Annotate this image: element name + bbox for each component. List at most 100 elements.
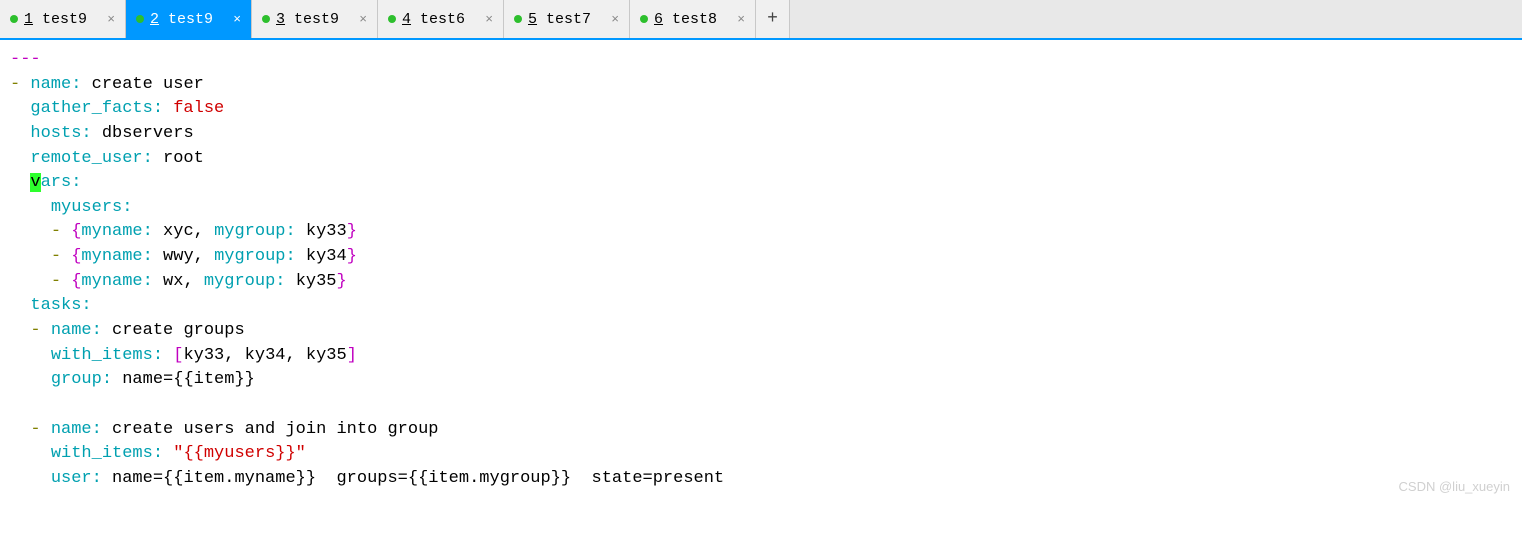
close-icon[interactable]: × (609, 12, 621, 27)
tab-filename: test6 (420, 11, 465, 28)
key-remote-user: remote_user (30, 149, 142, 168)
colon: : (122, 198, 132, 217)
comma: , (285, 346, 295, 365)
brace-open: { (71, 222, 81, 241)
tab-label: 4 test6 (402, 11, 477, 28)
modified-dot-icon (640, 15, 648, 23)
modified-dot-icon (262, 15, 270, 23)
colon: : (71, 75, 81, 94)
key-mygroup: mygroup (204, 272, 275, 291)
val-ky34: ky34 (245, 346, 286, 365)
val-xyc: xyc (163, 222, 194, 241)
key-name: name (30, 75, 71, 94)
key-gather-facts: gather_facts (30, 99, 152, 118)
tab-label: 6 test8 (654, 11, 729, 28)
tab-label: 5 test7 (528, 11, 603, 28)
tab-3[interactable]: 3 test9 × (252, 0, 378, 38)
tab-4[interactable]: 4 test6 × (378, 0, 504, 38)
val-false: false (173, 99, 224, 118)
key-name: name (51, 420, 92, 439)
tab-number: 6 (654, 11, 663, 28)
new-tab-button[interactable]: + (756, 0, 790, 38)
comma: , (194, 247, 204, 266)
tab-1[interactable]: 1 test9 × (0, 0, 126, 38)
val-root: root (163, 149, 204, 168)
tab-number: 5 (528, 11, 537, 28)
bracket-close: ] (347, 346, 357, 365)
tab-filename: test7 (546, 11, 591, 28)
brace-close: } (347, 247, 357, 266)
list-dash: - (51, 272, 61, 291)
colon: : (143, 222, 153, 241)
list-dash: - (10, 75, 20, 94)
key-myusers: myusers (51, 198, 122, 217)
tab-filename: test9 (294, 11, 339, 28)
brace-open: { (71, 272, 81, 291)
list-dash: - (30, 321, 40, 340)
key-tasks: tasks (30, 296, 81, 315)
cursor-highlight: v (30, 173, 40, 192)
tab-filename: test9 (168, 11, 213, 28)
tab-number: 3 (276, 11, 285, 28)
tab-5[interactable]: 5 test7 × (504, 0, 630, 38)
val-ky35: ky35 (296, 272, 337, 291)
val-ky33: ky33 (306, 222, 347, 241)
list-dash: - (30, 420, 40, 439)
tab-number: 2 (150, 11, 159, 28)
tab-2[interactable]: 2 test9 × (126, 0, 252, 38)
key-with-items: with_items (51, 346, 153, 365)
tab-bar: 1 test9 × 2 test9 × 3 test9 × 4 test6 × 5 test7 ×… (0, 0, 1522, 40)
val-ky34: ky34 (306, 247, 347, 266)
colon: : (153, 346, 163, 365)
key-user: user (51, 469, 92, 488)
key-name: name (51, 321, 92, 340)
key-myname: myname (81, 272, 142, 291)
colon: : (143, 272, 153, 291)
key-vars-rest: ars (41, 173, 72, 192)
key-myname: myname (81, 247, 142, 266)
yaml-doc-start: --- (10, 50, 41, 69)
tab-filename: test9 (42, 11, 87, 28)
modified-dot-icon (10, 15, 18, 23)
colon: : (285, 247, 295, 266)
list-dash: - (51, 247, 61, 266)
tab-number: 4 (402, 11, 411, 28)
val-create-user: create user (92, 75, 204, 94)
colon: : (92, 469, 102, 488)
val-dbservers: dbservers (102, 124, 194, 143)
tab-filename: test8 (672, 11, 717, 28)
brace-close: } (337, 272, 347, 291)
close-icon[interactable]: × (231, 12, 243, 27)
bracket-open: [ (173, 346, 183, 365)
val-user-expr: name={{item.myname}} groups={{item.mygro… (112, 469, 724, 488)
colon: : (143, 247, 153, 266)
close-icon[interactable]: × (105, 12, 117, 27)
tab-number: 1 (24, 11, 33, 28)
val-create-groups: create groups (112, 321, 245, 340)
tab-label: 2 test9 (150, 11, 225, 28)
comma: , (194, 222, 204, 241)
key-hosts: hosts (30, 124, 81, 143)
tab-label: 1 test9 (24, 11, 99, 28)
colon: : (143, 149, 153, 168)
code-editor[interactable]: --- - name: create user gather_facts: fa… (0, 40, 1522, 500)
brace-close: } (347, 222, 357, 241)
colon: : (153, 99, 163, 118)
modified-dot-icon (388, 15, 396, 23)
colon: : (102, 370, 112, 389)
val-group-expr: name={{item}} (122, 370, 255, 389)
colon: : (92, 321, 102, 340)
key-group: group (51, 370, 102, 389)
close-icon[interactable]: × (357, 12, 369, 27)
val-wwy: wwy (163, 247, 194, 266)
key-with-items: with_items (51, 444, 153, 463)
colon: : (153, 444, 163, 463)
key-mygroup: mygroup (214, 222, 285, 241)
tab-6[interactable]: 6 test8 × (630, 0, 756, 38)
close-icon[interactable]: × (735, 12, 747, 27)
brace-open: { (71, 247, 81, 266)
modified-dot-icon (514, 15, 522, 23)
val-myusers-tmpl: "{{myusers}}" (173, 444, 306, 463)
key-mygroup: mygroup (214, 247, 285, 266)
close-icon[interactable]: × (483, 12, 495, 27)
